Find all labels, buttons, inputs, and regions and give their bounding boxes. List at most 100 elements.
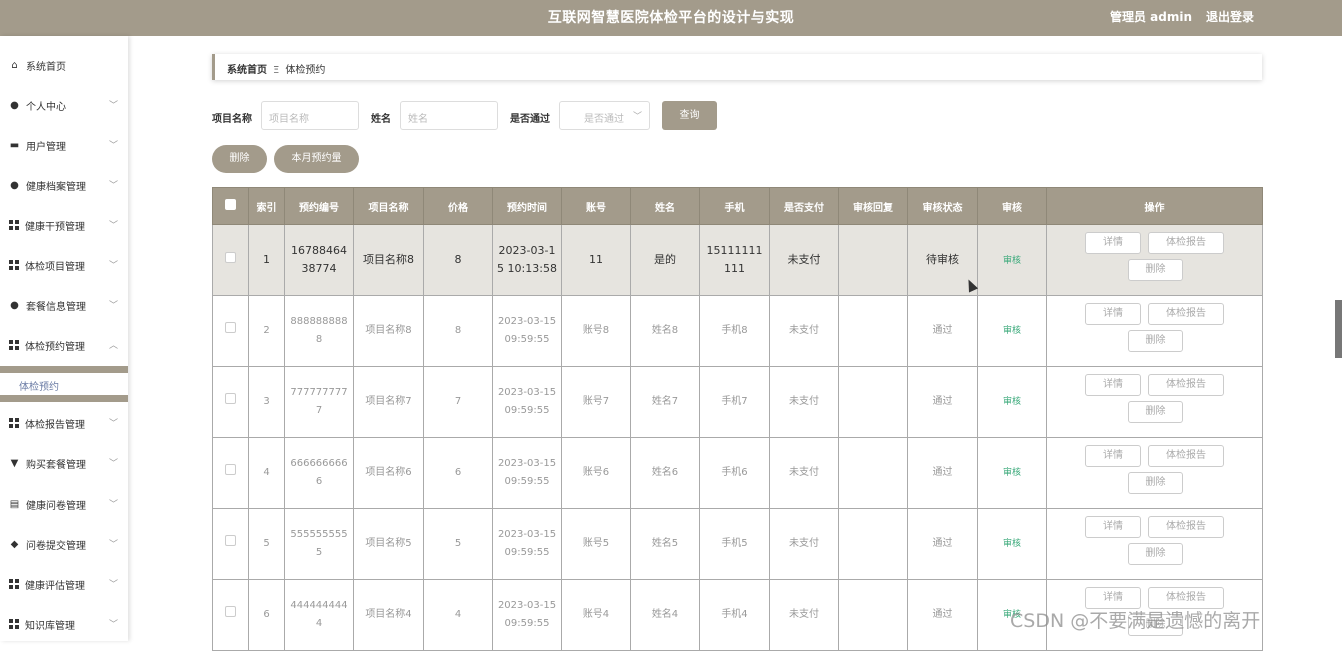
sidebar-item-personal[interactable]: ● 个人中心 ﹀ (0, 85, 128, 125)
cell-audit: 审核 (977, 366, 1047, 438)
row-delete-button[interactable]: 删除 (1128, 330, 1183, 352)
sidebar-item-exam-project[interactable]: 体检项目管理 ﹀ (0, 245, 128, 285)
row-checkbox[interactable] (225, 393, 236, 404)
sidebar-item-label: 体检项目管理 (25, 261, 85, 273)
cell-status: 通过 (907, 437, 978, 509)
audit-link[interactable]: 审核 (1003, 468, 1021, 478)
cell-phone: 手机6 (699, 437, 770, 509)
sidebar-item-submission[interactable]: ◆ 问卷提交管理 ﹀ (0, 524, 128, 564)
cell-status: 通过 (907, 295, 978, 367)
monthly-count-button[interactable]: 本月预约量 (274, 145, 359, 173)
sidebar-item-report[interactable]: 体检报告管理 ﹀ (0, 403, 128, 443)
cell-paid: 未支付 (769, 366, 839, 438)
row-checkbox[interactable] (225, 252, 236, 263)
row-select-cell[interactable] (212, 295, 249, 367)
row-checkbox[interactable] (225, 535, 236, 546)
query-button[interactable]: 查询 (662, 101, 717, 130)
sidebar-item-health-record[interactable]: ● 健康档案管理 ﹀ (0, 165, 128, 205)
row-select-cell[interactable] (212, 508, 249, 580)
grid-icon (9, 418, 19, 428)
cell-account: 账号7 (561, 366, 631, 438)
row-delete-button[interactable]: 删除 (1128, 401, 1183, 423)
chevron-down-icon: ﹀ (108, 101, 118, 111)
cell-time: 2023-03-15 09:59:55 (492, 295, 562, 367)
sidebar-item-assessment[interactable]: 健康评估管理 ﹀ (0, 564, 128, 604)
select-all-checkbox[interactable] (225, 199, 236, 210)
row-select-cell[interactable] (212, 437, 249, 509)
chevron-down-icon: ﹀ (108, 459, 118, 469)
cell-time: 2023-03-15 09:59:55 (492, 437, 562, 509)
pass-select[interactable]: 是否通过 ﹀ (559, 101, 650, 130)
row-checkbox[interactable] (225, 606, 236, 617)
sidebar-subitem-label: 体检预约 (19, 382, 59, 393)
sidebar-item-appointment[interactable]: 体检预约管理 ︿ (0, 325, 128, 365)
sidebar-item-label: 系统首页 (26, 61, 66, 73)
audit-link[interactable]: 审核 (1003, 539, 1021, 549)
cell-no: 6666666666 (284, 437, 354, 509)
row-delete-button[interactable]: 删除 (1128, 543, 1183, 565)
detail-button[interactable]: 详情 (1085, 445, 1141, 467)
row-checkbox[interactable] (225, 322, 236, 333)
cell-status: 通过 (907, 579, 978, 651)
cell-ops: 详情 体检报告 删除 (1046, 224, 1263, 296)
row-select-cell[interactable] (212, 579, 249, 651)
detail-button[interactable]: 详情 (1085, 303, 1141, 325)
row-select-cell[interactable] (212, 224, 249, 296)
cell-audit: 审核 (977, 508, 1047, 580)
exam-report-button[interactable]: 体检报告 (1148, 374, 1224, 396)
row-checkbox[interactable] (225, 464, 236, 475)
column-header: 价格 (423, 187, 493, 225)
detail-button[interactable]: 详情 (1085, 516, 1141, 538)
project-name-label: 项目名称 (212, 114, 252, 125)
sidebar-item-intervention[interactable]: 健康干预管理 ﹀ (0, 205, 128, 245)
sidebar-item-package[interactable]: ● 套餐信息管理 ﹀ (0, 285, 128, 325)
delete-button[interactable]: 删除 (212, 145, 267, 173)
home-icon: ⌂ (11, 59, 18, 71)
chevron-down-icon: ﹀ (632, 112, 642, 122)
user-icon: ● (10, 99, 19, 111)
grid-icon (9, 619, 19, 629)
grid-icon (9, 579, 19, 589)
sidebar-subitem-appointment[interactable]: 体检预约 (0, 366, 128, 402)
audit-link[interactable]: 审核 (1003, 256, 1021, 266)
cell-name: 姓名4 (630, 579, 700, 651)
cell-audit: 审核 (977, 437, 1047, 509)
column-header: 是否支付 (769, 187, 839, 225)
cell-no: 1678846438774 (284, 224, 354, 296)
row-delete-button[interactable]: 删除 (1128, 472, 1183, 494)
sidebar: ⌂ 系统首页 ● 个人中心 ﹀ ▬ 用户管理 ﹀ ● 健康档案管理 ﹀ 健康干预管理 ﹀ 体检项… (0, 36, 128, 641)
select-all-header[interactable] (212, 187, 249, 225)
sidebar-item-home[interactable]: ⌂ 系统首页 (0, 45, 128, 85)
cell-status: 通过 (907, 366, 978, 438)
detail-button[interactable]: 详情 (1085, 232, 1141, 254)
pass-select-placeholder: 是否通过 (584, 114, 624, 125)
table-row: 2 8888888888 项目名称8 8 2023-03-15 09:59:55 账号8 姓… (212, 295, 1263, 367)
page-scrollbar[interactable] (1335, 300, 1342, 358)
exam-report-button[interactable]: 体检报告 (1148, 445, 1224, 467)
audit-link[interactable]: 审核 (1003, 397, 1021, 407)
logout-link[interactable]: 退出登录 (1206, 8, 1254, 25)
cell-audit: 审核 (977, 224, 1047, 296)
breadcrumb-home[interactable]: 系统首页 (227, 65, 267, 76)
column-header: 操作 (1046, 187, 1263, 225)
chevron-down-icon: ﹀ (108, 181, 118, 191)
cell-account: 账号5 (561, 508, 631, 580)
sidebar-item-label: 体检预约管理 (25, 341, 85, 353)
sidebar-item-knowledge[interactable]: 知识库管理 ﹀ (0, 604, 128, 644)
row-select-cell[interactable] (212, 366, 249, 438)
audit-link[interactable]: 审核 (1003, 326, 1021, 336)
exam-report-button[interactable]: 体检报告 (1148, 516, 1224, 538)
exam-report-button[interactable]: 体检报告 (1148, 303, 1224, 325)
project-name-input[interactable]: 项目名称 (261, 101, 359, 130)
cell-name: 姓名5 (630, 508, 700, 580)
sidebar-item-users[interactable]: ▬ 用户管理 ﹀ (0, 125, 128, 165)
cell-reply (838, 295, 908, 367)
exam-report-button[interactable]: 体检报告 (1148, 232, 1224, 254)
detail-button[interactable]: 详情 (1085, 374, 1141, 396)
chevron-down-icon: ﹀ (108, 540, 118, 550)
row-delete-button[interactable]: 删除 (1128, 259, 1183, 281)
name-input[interactable]: 姓名 (400, 101, 498, 130)
sidebar-item-label: 购买套餐管理 (26, 459, 86, 471)
sidebar-item-questionnaire[interactable]: ▤ 健康问卷管理 ﹀ (0, 484, 128, 524)
sidebar-item-buy-package[interactable]: ▼ 购买套餐管理 ﹀ (0, 443, 128, 483)
